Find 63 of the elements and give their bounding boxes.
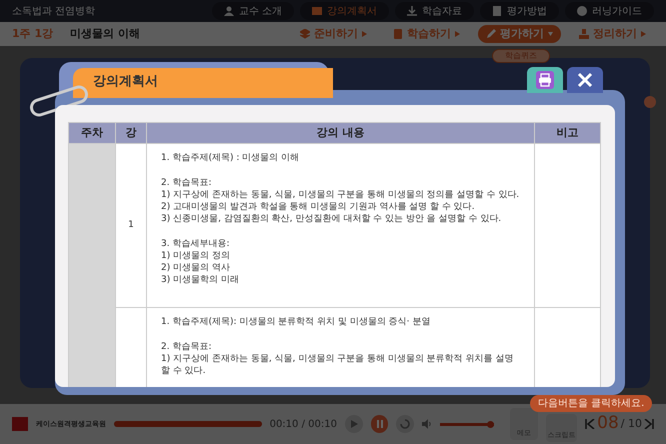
pause-button[interactable] xyxy=(370,415,388,433)
caret-icon xyxy=(362,31,367,37)
replay-icon xyxy=(400,419,410,429)
modal-title: 강의계획서 xyxy=(93,73,158,91)
lesson-title: 미생물의 이해 xyxy=(70,26,140,42)
content-line: 1. 학습주제(제목): 미생물의 분류학적 위치 및 미생물의 증식· 분열 xyxy=(161,316,432,328)
nav-tab[interactable]: 평가방법 xyxy=(480,2,559,20)
time-display: 00:10 / 00:10 xyxy=(270,418,337,432)
close-icon xyxy=(577,72,593,88)
logo-icon xyxy=(12,417,28,431)
nav-tab[interactable]: 교수 소개 xyxy=(212,2,294,20)
page-current: 08 xyxy=(597,412,619,436)
content-line: 2. 학습목표: xyxy=(161,341,212,353)
column-header: 강의 내용 xyxy=(146,122,534,144)
skip-forward-icon xyxy=(644,419,654,429)
box-icon xyxy=(312,6,322,16)
step-tab[interactable]: 학습하기 xyxy=(385,25,468,43)
previous-button[interactable] xyxy=(585,419,596,429)
layers-icon xyxy=(300,29,310,39)
download-icon xyxy=(407,6,417,16)
content-line: 3) 미생물학의 미래 xyxy=(161,274,240,286)
skip-back-icon xyxy=(585,419,596,429)
content-line: 3) 신종미생물, 감염질환의 확산, 만성질환에 대처할 수 있는 방안 을 설명할 수 있다. xyxy=(161,213,502,225)
nav-tab[interactable]: 강의계획서 xyxy=(300,2,389,20)
content-line: 1) 지구상에 존재하는 동물, 식물, 미생물의 구분을 통해 미생물의 정의를 설명할 수 있다. xyxy=(161,189,520,201)
book-icon xyxy=(393,29,403,39)
content-line: 3. 학습세부내용: xyxy=(161,238,230,250)
lesson-number: 1주 1강 xyxy=(12,26,54,42)
stamp-icon xyxy=(579,29,589,39)
content-line: 1. 학습주제(제목) : 미생물의 이해 xyxy=(161,152,300,164)
document-icon xyxy=(492,6,502,16)
nav-tab[interactable]: 러닝가이드 xyxy=(565,2,654,20)
close-button[interactable] xyxy=(567,67,603,93)
volume-icon[interactable] xyxy=(422,419,432,429)
pause-icon xyxy=(376,420,384,428)
step-tab[interactable]: 준비하기 xyxy=(292,25,375,43)
person-icon xyxy=(224,6,234,16)
caret-icon xyxy=(455,31,460,37)
replay-button[interactable] xyxy=(396,415,414,433)
hint-tooltip: 다음버튼을 클릭하세요. xyxy=(530,395,652,412)
print-button[interactable] xyxy=(527,67,563,93)
lecture-cell: 1 xyxy=(116,144,146,308)
slider-knob[interactable] xyxy=(644,96,656,108)
content-line: 2) 고대미생물의 발견과 학설을 통해 미생물의 기원과 역사를 설명 할 수 있다. xyxy=(161,201,476,213)
column-header: 주차 xyxy=(68,122,116,144)
next-button[interactable] xyxy=(644,419,654,429)
nav-tab[interactable]: 학습자료 xyxy=(395,2,474,20)
step-tab[interactable]: 평가하기 xyxy=(478,25,561,43)
content-line: 2) 미생물의 역사 xyxy=(161,262,231,274)
content-line: 1) 미생물의 정의 xyxy=(161,250,231,262)
course-title: 소독법과 전염병학 xyxy=(12,4,96,18)
volume-thumb[interactable] xyxy=(487,420,494,428)
content-line: 2. 학습목표: xyxy=(161,177,212,189)
play-icon xyxy=(350,420,358,428)
page-total: / 10 xyxy=(620,416,642,432)
play-button[interactable] xyxy=(344,415,363,433)
volume-slider[interactable] xyxy=(440,420,494,428)
pencil-icon xyxy=(486,29,496,39)
content-line: 1) 지구상에 존재하는 동물, 식물, 미생물의 구분을 통해 미생물의 분류학적 위치를 설명할 수 있다. xyxy=(161,353,514,377)
caret-icon xyxy=(641,31,646,37)
caret-icon xyxy=(548,31,553,37)
print-icon xyxy=(536,71,554,89)
step-tab[interactable]: 정리하기 xyxy=(571,25,654,43)
